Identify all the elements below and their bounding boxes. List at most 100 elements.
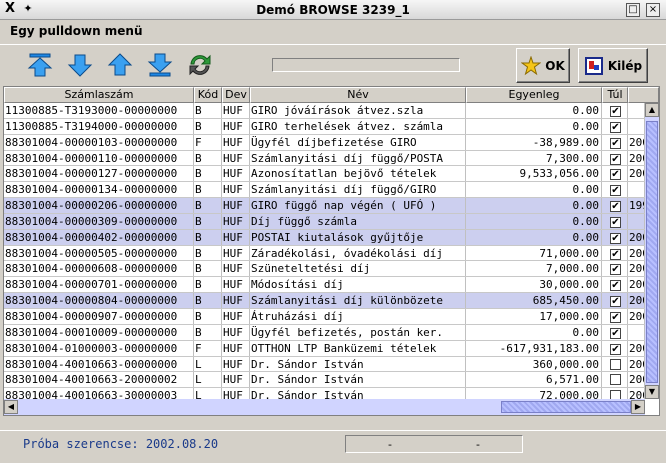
table-row[interactable]: 88301004-00000804-00000000 B HUF Számlanyit…: [4, 293, 645, 309]
cell-name: OTTHON LTP Banküzemi tételek: [250, 340, 466, 356]
exit-button[interactable]: Kilép: [578, 48, 648, 83]
cell-name: Dr. Sándor István: [250, 356, 466, 372]
browse-grid[interactable]: Számlaszám Kód Dev Név Egyenleg Túl 1130…: [3, 86, 660, 416]
overdraft-checkbox[interactable]: ✔: [610, 248, 621, 260]
table-row[interactable]: 11300885-T3193000-00000000 B HUF GIRO jóváí…: [4, 103, 645, 119]
overdraft-checkbox[interactable]: ✔: [610, 296, 621, 308]
cell-code: B: [194, 213, 222, 229]
horizontal-scrollbar[interactable]: ◀ ▶: [4, 399, 645, 415]
table-row[interactable]: 88301004-00000402-00000000 B HUF POSTAI kiu…: [4, 229, 645, 246]
cell-account: 88301004-00000505-00000000: [4, 245, 194, 261]
table-row[interactable]: 88301004-00000608-00000000 B HUF Szünetelte…: [4, 261, 645, 278]
cell-currency: HUF: [222, 166, 250, 182]
cell-currency: HUF: [222, 261, 250, 277]
status-box-field-1: -: [388, 437, 392, 451]
cell-name: Módosítási díj: [250, 277, 466, 293]
table-row[interactable]: 88301004-00000309-00000000 B HUF Díj függő …: [4, 213, 645, 230]
cell-extra: 200: [628, 166, 645, 182]
scroll-down-button[interactable]: ▼: [645, 385, 659, 399]
overdraft-checkbox[interactable]: ✔: [610, 216, 621, 228]
table-row[interactable]: 88301004-00000134-00000000 B HUF Számlanyit…: [4, 182, 645, 199]
cell-extra: [628, 324, 645, 340]
overdraft-checkbox[interactable]: ✔: [610, 280, 621, 292]
overdraft-checkbox[interactable]: ✔: [610, 137, 621, 149]
cell-currency: HUF: [222, 134, 250, 150]
close-button[interactable]: ×: [646, 3, 660, 17]
cell-balance: 0.00: [466, 118, 602, 134]
cell-extra: [628, 118, 645, 134]
exit-icon: [584, 56, 603, 75]
cell-overdraft: [602, 356, 628, 372]
cell-code: B: [194, 308, 222, 324]
overdraft-checkbox[interactable]: [610, 358, 621, 370]
cell-overdraft: ✔: [602, 245, 628, 261]
cell-name: Záradékolási, óvadékolási díj: [250, 245, 466, 261]
overdraft-checkbox[interactable]: ✔: [610, 311, 621, 323]
cell-overdraft: ✔: [602, 261, 628, 277]
overdraft-checkbox[interactable]: ✔: [610, 264, 621, 276]
vertical-scroll-thumb[interactable]: [646, 121, 658, 383]
cell-currency: HUF: [222, 150, 250, 166]
col-header-overdraft[interactable]: Túl: [602, 87, 628, 103]
table-row[interactable]: 88301004-00000127-00000000 B HUF Azonosítat…: [4, 166, 645, 183]
cell-account: 88301004-00000907-00000000: [4, 308, 194, 324]
overdraft-checkbox[interactable]: ✔: [610, 343, 621, 355]
table-row[interactable]: 88301004-00000206-00000000 B HUF GIRO függő…: [4, 198, 645, 214]
overdraft-checkbox[interactable]: [610, 374, 621, 386]
table-row[interactable]: 88301004-00010009-00000000 B HUF Ügyfél bef…: [4, 324, 645, 341]
overdraft-checkbox[interactable]: ✔: [610, 169, 621, 181]
overdraft-checkbox[interactable]: ✔: [610, 201, 621, 213]
scroll-right-button[interactable]: ▶: [631, 400, 645, 414]
grid-header: Számlaszám Kód Dev Név Egyenleg Túl: [4, 87, 659, 103]
cell-code: B: [194, 103, 222, 118]
table-row[interactable]: 88301004-00000110-00000000 B HUF Számlanyit…: [4, 150, 645, 167]
cell-account: 88301004-00000608-00000000: [4, 261, 194, 277]
refresh-icon[interactable]: [186, 51, 214, 79]
overdraft-checkbox[interactable]: ✔: [610, 153, 621, 165]
table-row[interactable]: 88301004-40010663-00000000 L HUF Dr. Sándor…: [4, 356, 645, 373]
table-row[interactable]: 88301004-00000701-00000000 B HUF Módosítási…: [4, 277, 645, 294]
table-row[interactable]: 88301004-01000003-00000000 F HUF OTTHON LTP…: [4, 340, 645, 357]
cell-account: 88301004-00000103-00000000: [4, 134, 194, 150]
arrow-up-first-icon[interactable]: [26, 51, 54, 79]
table-row[interactable]: 88301004-00000907-00000000 B HUF Átruházási…: [4, 308, 645, 325]
col-header-extra[interactable]: [628, 87, 659, 103]
cell-currency: HUF: [222, 277, 250, 293]
overdraft-checkbox[interactable]: ✔: [610, 106, 621, 117]
arrow-up-icon[interactable]: [106, 51, 134, 79]
col-header-account[interactable]: Számlaszám: [4, 87, 194, 103]
ok-label: OK: [545, 58, 565, 73]
cell-code: B: [194, 277, 222, 293]
cell-account: 88301004-01000003-00000000: [4, 340, 194, 356]
grid-rows: 11300885-T3193000-00000000 B HUF GIRO jóváí…: [4, 103, 645, 415]
col-header-name[interactable]: Név: [250, 87, 466, 103]
cell-account: 88301004-00010009-00000000: [4, 324, 194, 340]
cell-extra: [628, 213, 645, 229]
col-header-balance[interactable]: Egyenleg: [466, 87, 602, 103]
ok-button[interactable]: OK: [516, 48, 570, 83]
cell-extra: 200: [628, 293, 645, 308]
cell-code: B: [194, 150, 222, 166]
vertical-scrollbar[interactable]: ▲ ▼: [645, 103, 659, 399]
horizontal-scroll-thumb[interactable]: [501, 401, 631, 413]
window-title: Demó BROWSE 3239_1: [256, 3, 410, 17]
arrow-down-last-icon[interactable]: [146, 51, 174, 79]
pulldown-menu[interactable]: Egy pulldown menü: [10, 24, 143, 38]
overdraft-checkbox[interactable]: ✔: [610, 327, 621, 339]
table-row[interactable]: 88301004-00000505-00000000 B HUF Záradékolá…: [4, 245, 645, 262]
cell-account: 11300885-T3193000-00000000: [4, 103, 194, 118]
col-header-code[interactable]: Kód: [194, 87, 222, 103]
scroll-left-button[interactable]: ◀: [4, 400, 18, 414]
cell-balance: 685,450.00: [466, 293, 602, 308]
maximize-button[interactable]: □: [626, 3, 640, 17]
scroll-up-button[interactable]: ▲: [645, 103, 659, 117]
table-row[interactable]: 11300885-T3194000-00000000 B HUF GIRO terhe…: [4, 118, 645, 135]
cell-code: F: [194, 340, 222, 356]
table-row[interactable]: 88301004-40010663-20000002 L HUF Dr. Sándor…: [4, 372, 645, 389]
overdraft-checkbox[interactable]: ✔: [610, 232, 621, 244]
col-header-currency[interactable]: Dev: [222, 87, 250, 103]
overdraft-checkbox[interactable]: ✔: [610, 185, 621, 197]
arrow-down-icon[interactable]: [66, 51, 94, 79]
overdraft-checkbox[interactable]: ✔: [610, 121, 621, 133]
table-row[interactable]: 88301004-00000103-00000000 F HUF Ügyfél díj…: [4, 134, 645, 151]
